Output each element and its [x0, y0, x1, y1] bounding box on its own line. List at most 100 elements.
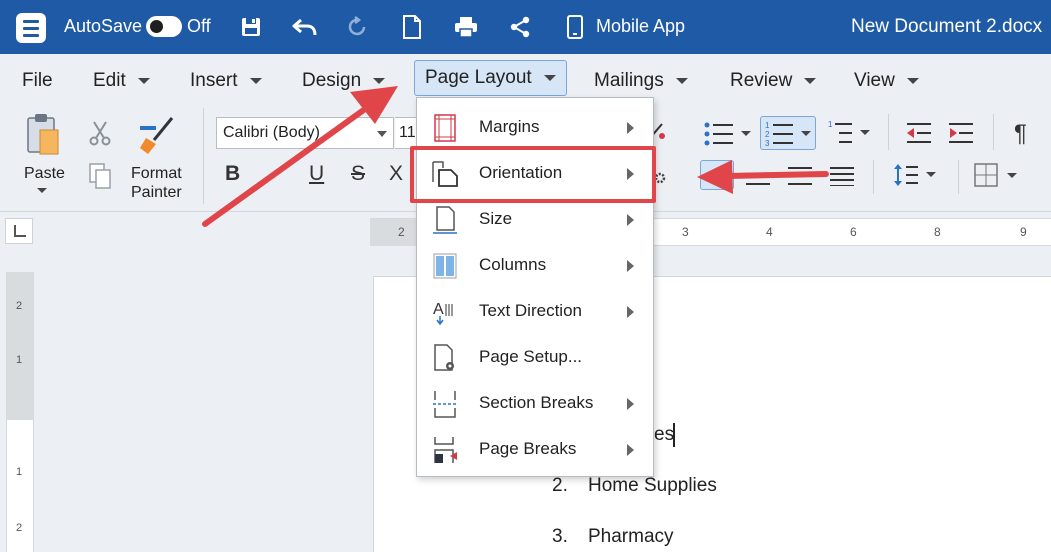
menu-design[interactable]: Design — [302, 65, 386, 97]
autosave-state: Off — [187, 16, 211, 36]
chevron-right-icon — [627, 168, 634, 180]
dropdown-item-page-setup[interactable]: Page Setup... — [417, 334, 653, 380]
autosave-toggle[interactable] — [146, 16, 182, 37]
menu-page-layout-label: Page Layout — [425, 67, 532, 88]
svg-text:1: 1 — [828, 120, 833, 129]
ribbon-separator — [873, 160, 874, 194]
paste-label[interactable]: Paste — [24, 164, 65, 183]
list-item-number: 3. — [552, 526, 568, 547]
align-center-icon[interactable] — [746, 166, 772, 186]
ribbon-separator — [888, 114, 889, 150]
chevron-down-icon — [804, 78, 817, 84]
document-title: New Document 2.docx — [851, 16, 1043, 37]
margins-icon — [431, 114, 459, 142]
scissors-icon[interactable] — [88, 120, 112, 146]
list-item-text[interactable]: Home Supplies — [588, 475, 717, 497]
format-painter-label-1: Format — [131, 165, 182, 182]
bullet-list-icon[interactable] — [703, 120, 753, 148]
dropdown-item-size[interactable]: Size — [417, 196, 653, 242]
paste-dropdown-icon[interactable] — [37, 188, 47, 193]
mobile-phone-icon[interactable] — [560, 12, 590, 42]
list-item-text[interactable]: es — [654, 424, 674, 446]
autosave-label: AutoSave — [64, 16, 143, 36]
ruler-tick: 2 — [398, 225, 405, 239]
ruler-tick: 3 — [682, 225, 689, 239]
dropdown-item-orientation[interactable]: Orientation — [417, 150, 653, 196]
menu-insert[interactable]: Insert — [190, 65, 262, 97]
ribbon-separator — [958, 160, 959, 194]
ribbon-separator — [203, 108, 204, 204]
multilevel-list-icon[interactable]: 1 — [826, 118, 876, 148]
share-icon[interactable] — [505, 12, 535, 42]
menu-view-label: View — [854, 70, 895, 91]
dropdown-item-columns[interactable]: Columns — [417, 242, 653, 288]
dropdown-item-label: Columns — [479, 255, 547, 274]
dropdown-item-label: Text Direction — [479, 301, 582, 320]
ruler-tick: 1 — [16, 466, 23, 478]
menu-bar: File Edit Insert Design Page Layout Mail… — [0, 54, 1051, 100]
strikethrough-button[interactable]: S — [351, 162, 365, 186]
dropdown-item-label: Page Breaks — [479, 439, 577, 458]
menu-design-label: Design — [302, 70, 362, 91]
print-icon[interactable] — [451, 12, 481, 42]
menu-review-label: Review — [730, 70, 793, 91]
decrease-indent-icon[interactable] — [905, 122, 933, 144]
list-item-text[interactable]: Pharmacy — [588, 526, 674, 548]
ruler-tick: 6 — [850, 225, 857, 239]
dropdown-item-text-direction[interactable]: A Text Direction — [417, 288, 653, 334]
menu-mailings-label: Mailings — [594, 70, 664, 91]
copy-icon[interactable] — [88, 162, 112, 190]
redo-icon[interactable] — [343, 12, 373, 42]
line-spacing-icon[interactable] — [892, 162, 940, 188]
menu-file-label: File — [22, 70, 53, 91]
ruler-tick: 9 — [1020, 225, 1027, 239]
new-document-icon[interactable] — [397, 12, 427, 42]
format-painter-icon[interactable] — [138, 116, 176, 156]
menu-file[interactable]: File — [22, 65, 53, 97]
menu-edit[interactable]: Edit — [93, 65, 150, 97]
tab-stop-selector[interactable] — [5, 218, 33, 244]
borders-icon[interactable] — [973, 162, 1025, 190]
bold-button[interactable]: B — [225, 162, 240, 186]
dropdown-item-section-breaks[interactable]: Section Breaks — [417, 380, 653, 426]
dropdown-item-label: Page Setup... — [479, 347, 583, 366]
page-layout-dropdown: Margins Orientation Size Columns A Text … — [416, 97, 654, 477]
font-name-select[interactable]: Calibri (Body) — [216, 117, 394, 149]
menu-review[interactable]: Review — [730, 65, 817, 97]
format-painter-button[interactable]: Format Painter — [131, 164, 182, 202]
chevron-down-icon — [906, 78, 919, 84]
save-icon[interactable] — [236, 12, 266, 42]
dropdown-item-margins[interactable]: Margins — [417, 104, 653, 150]
clear-formatting-button[interactable]: X — [389, 162, 403, 186]
vertical-ruler[interactable]: 2 1 1 2 — [6, 272, 34, 552]
ruler-left-margin — [370, 219, 416, 246]
text-cursor — [673, 423, 675, 447]
menu-mailings[interactable]: Mailings — [594, 65, 688, 97]
page-setup-icon — [431, 344, 459, 372]
menu-view[interactable]: View — [854, 65, 919, 97]
undo-icon[interactable] — [290, 12, 320, 42]
menu-insert-label: Insert — [190, 70, 238, 91]
pilcrow-button[interactable]: ¶ — [1014, 120, 1027, 148]
numbered-list-button[interactable]: 123 — [760, 116, 816, 150]
increase-indent-icon[interactable] — [947, 122, 975, 144]
ruler-tick: 2 — [16, 522, 23, 534]
app-menu-icon[interactable] — [16, 13, 46, 43]
dropdown-item-page-breaks[interactable]: Page Breaks — [417, 426, 653, 472]
page-breaks-icon — [431, 436, 459, 464]
menu-page-layout[interactable]: Page Layout — [414, 60, 567, 96]
align-left-button[interactable] — [700, 160, 734, 190]
justify-icon[interactable] — [830, 166, 856, 187]
clipboard-icon[interactable] — [24, 112, 62, 158]
font-name-value: Calibri (Body) — [223, 124, 320, 141]
settings-icon[interactable] — [652, 170, 668, 186]
align-right-icon[interactable] — [788, 166, 814, 186]
ribbon-separator — [993, 114, 994, 150]
list-item-number: 2. — [552, 475, 568, 496]
chevron-right-icon — [627, 214, 634, 226]
chevron-down-icon — [249, 78, 262, 84]
underline-button[interactable]: U — [309, 162, 324, 186]
mobile-app-button[interactable]: Mobile App — [596, 16, 685, 37]
ruler-tick: 1 — [16, 354, 23, 366]
chevron-down-icon — [543, 75, 556, 81]
